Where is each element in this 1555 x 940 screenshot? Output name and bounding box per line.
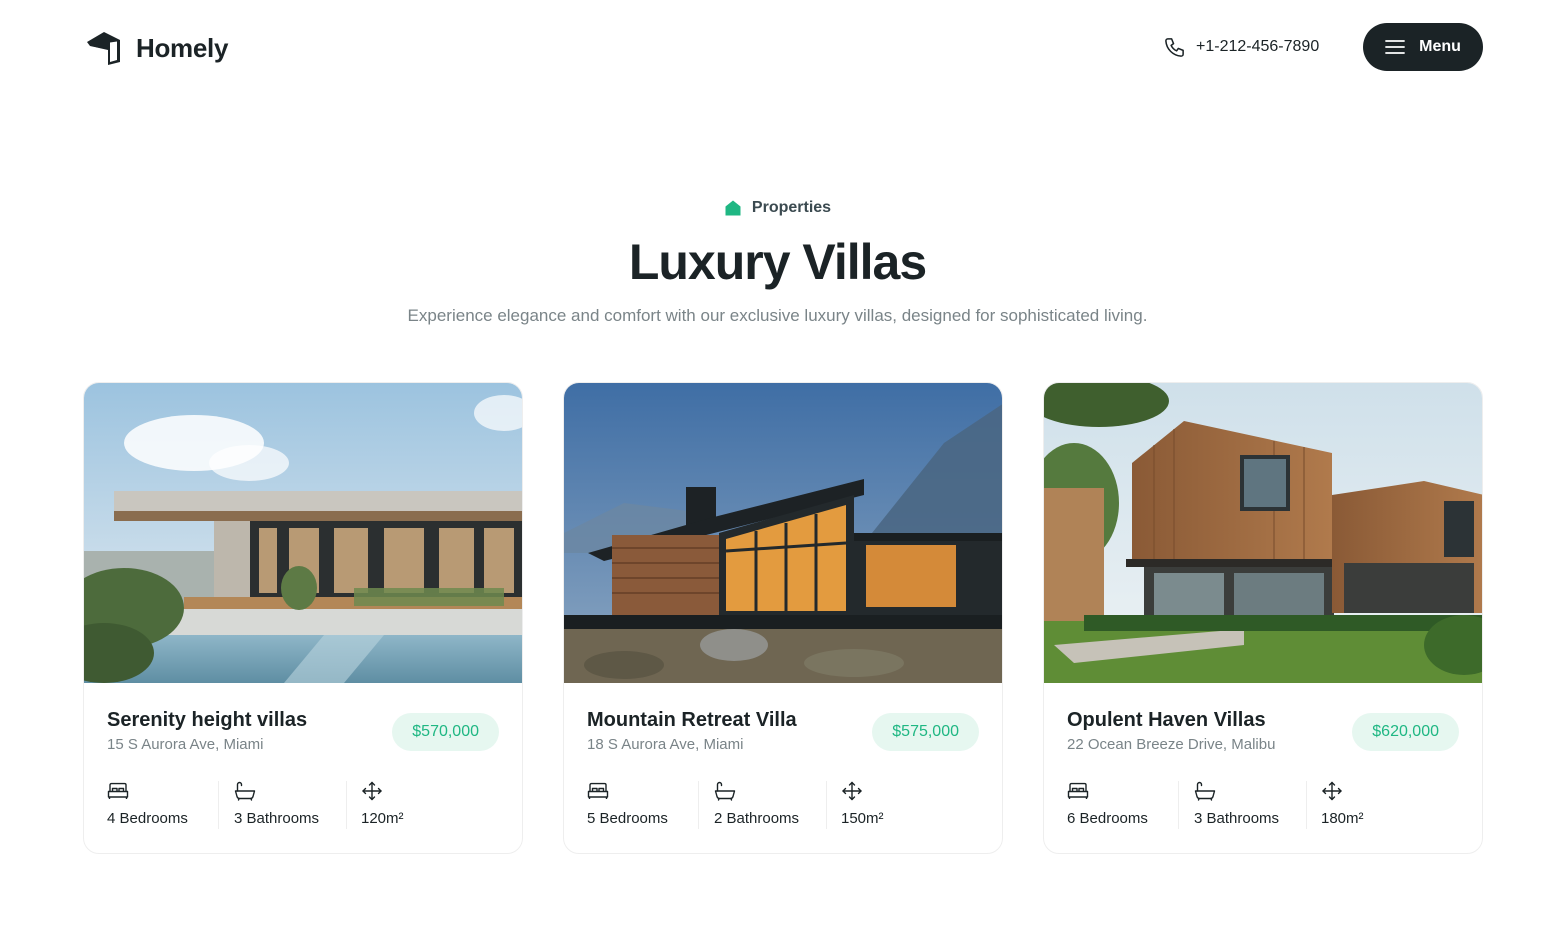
logo-icon xyxy=(87,32,120,65)
property-name: Mountain Retreat Villa xyxy=(587,709,797,731)
bathtub-icon xyxy=(1194,781,1216,801)
bedrooms-label: 4 Bedrooms xyxy=(107,810,188,827)
property-address: 18 S Aurora Ave, Miami xyxy=(587,736,744,753)
feature-divider xyxy=(1306,781,1307,829)
area-arrows-icon xyxy=(362,781,382,801)
bed-icon xyxy=(587,782,609,799)
area-arrows-icon xyxy=(842,781,862,801)
property-address: 22 Ocean Breeze Drive, Malibu xyxy=(1067,736,1276,753)
bathrooms-label: 2 Bathrooms xyxy=(714,810,800,827)
price-badge: $575,000 xyxy=(872,713,979,751)
site-header: Homely +1-212-456-7890 Menu xyxy=(0,0,1555,94)
home-icon xyxy=(725,200,741,216)
feature-divider xyxy=(698,781,699,829)
menu-label: Menu xyxy=(1419,38,1461,55)
feature-divider xyxy=(1178,781,1179,829)
hamburger-icon xyxy=(1385,40,1406,54)
property-card[interactable]: Opulent Haven Villas 22 Ocean Breeze Dri… xyxy=(1043,382,1483,854)
menu-button[interactable]: Menu xyxy=(1363,23,1483,71)
area-label: 180m² xyxy=(1321,810,1364,827)
page-subtitle: Experience elegance and comfort with our… xyxy=(407,306,1148,325)
property-list: Serenity height villas 15 S Aurora Ave, … xyxy=(83,382,1483,854)
area-label: 120m² xyxy=(361,810,404,827)
feature-divider xyxy=(826,781,827,829)
area-label: 150m² xyxy=(841,810,884,827)
property-name: Opulent Haven Villas xyxy=(1067,709,1266,731)
bathtub-icon xyxy=(234,781,256,801)
intro-section: Properties Luxury Villas Experience eleg… xyxy=(0,196,1555,328)
property-card[interactable]: Serenity height villas 15 S Aurora Ave, … xyxy=(83,382,523,854)
property-name: Serenity height villas xyxy=(107,709,308,731)
phone-number: +1-212-456-7890 xyxy=(1196,38,1320,55)
property-image xyxy=(1044,383,1482,683)
bathrooms-label: 3 Bathrooms xyxy=(234,810,320,827)
bedrooms-label: 6 Bedrooms xyxy=(1067,810,1148,827)
phone-icon xyxy=(1165,37,1184,57)
feature-divider xyxy=(346,781,347,829)
bedrooms-label: 5 Bedrooms xyxy=(587,810,668,827)
brand-logo[interactable]: Homely xyxy=(84,28,228,68)
area-arrows-icon xyxy=(1322,781,1342,801)
price-badge: $570,000 xyxy=(392,713,499,751)
property-address: 15 S Aurora Ave, Miami xyxy=(107,736,264,753)
eyebrow-label: Properties xyxy=(751,199,832,216)
bathrooms-label: 3 Bathrooms xyxy=(1194,810,1280,827)
brand-name: Homely xyxy=(136,32,229,63)
bed-icon xyxy=(1067,782,1089,799)
section-eyebrow: Properties xyxy=(724,196,831,220)
feature-divider xyxy=(218,781,219,829)
bathtub-icon xyxy=(714,781,736,801)
bed-icon xyxy=(107,782,129,799)
page-title: Luxury Villas xyxy=(628,234,927,290)
property-card[interactable]: Mountain Retreat Villa 18 S Aurora Ave, … xyxy=(563,382,1003,854)
property-image xyxy=(84,383,522,683)
property-image xyxy=(564,383,1002,683)
phone-link[interactable]: +1-212-456-7890 xyxy=(1163,34,1319,60)
price-badge: $620,000 xyxy=(1352,713,1459,751)
